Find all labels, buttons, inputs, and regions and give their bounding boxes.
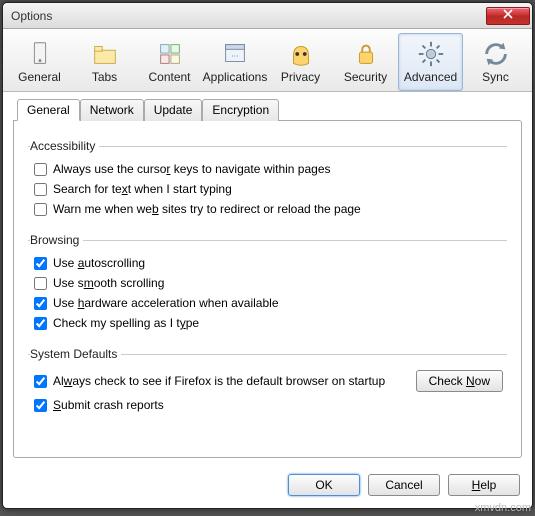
titlebar[interactable]: Options — [3, 3, 532, 29]
checkbox-browsing-2[interactable] — [34, 297, 47, 310]
option-label[interactable]: Always use the cursor keys to navigate w… — [53, 162, 331, 176]
content-icon — [155, 39, 185, 67]
help-rest: elp — [480, 478, 496, 492]
check-now-button[interactable]: Check Now — [416, 370, 503, 392]
checkbox-defaults-0[interactable] — [34, 375, 47, 388]
option-label[interactable]: Search for text when I start typing — [53, 182, 232, 196]
toolbar-item-sync[interactable]: Sync — [463, 33, 528, 91]
dialog-footer: OK Cancel Help — [3, 466, 532, 508]
applications-icon: ⋯ — [220, 39, 250, 67]
subtab-bar: GeneralNetworkUpdateEncryption — [17, 98, 522, 120]
cancel-button[interactable]: Cancel — [368, 474, 440, 496]
toolbar-item-general[interactable]: General — [7, 33, 72, 91]
group-system-defaults: System Defaults Always check to see if F… — [28, 347, 507, 415]
body-area: GeneralNetworkUpdateEncryption Accessibi… — [3, 92, 532, 466]
group-body: Always use the cursor keys to navigate w… — [30, 159, 505, 219]
subtab-network[interactable]: Network — [80, 99, 144, 121]
option-label[interactable]: Warn me when web sites try to redirect o… — [53, 202, 361, 216]
option-label[interactable]: Use autoscrolling — [53, 256, 145, 270]
option-row: Submit crash reports — [30, 395, 505, 415]
option-row: Use autoscrolling — [30, 253, 505, 273]
toolbar-label: General — [18, 70, 61, 84]
svg-text:⋯: ⋯ — [231, 51, 239, 60]
group-accessibility: Accessibility Always use the cursor keys… — [28, 139, 507, 219]
toolbar-label: Content — [148, 70, 190, 84]
toolbar-item-advanced[interactable]: Advanced — [398, 33, 463, 91]
toolbar-item-tabs[interactable]: Tabs — [72, 33, 137, 91]
sync-icon — [481, 39, 511, 67]
help-button[interactable]: Help — [448, 474, 520, 496]
category-toolbar: General Tabs Content ⋯ Applications Privacy Se… — [3, 29, 532, 92]
window-close-button[interactable] — [486, 7, 530, 25]
group-legend: Accessibility — [30, 139, 99, 153]
toolbar-label: Security — [344, 70, 387, 84]
toolbar-label: Privacy — [281, 70, 320, 84]
ok-button[interactable]: OK — [288, 474, 360, 496]
close-icon — [503, 9, 513, 19]
advanced-icon — [416, 39, 446, 67]
toolbar-label: Advanced — [404, 70, 457, 84]
option-row: Use hardware acceleration when available — [30, 293, 505, 313]
option-row: Always check to see if Firefox is the de… — [30, 367, 505, 395]
toolbar-label: Tabs — [92, 70, 117, 84]
tabs-icon — [90, 39, 120, 67]
subtab-update[interactable]: Update — [144, 99, 203, 121]
option-label[interactable]: Check my spelling as I type — [53, 316, 199, 330]
option-row: Search for text when I start typing — [30, 179, 505, 199]
group-legend: Browsing — [30, 233, 83, 247]
option-label[interactable]: Use hardware acceleration when available — [53, 296, 279, 310]
option-row: Warn me when web sites try to redirect o… — [30, 199, 505, 219]
checkbox-browsing-3[interactable] — [34, 317, 47, 330]
subtab-encryption[interactable]: Encryption — [202, 99, 279, 121]
option-row: Use smooth scrolling — [30, 273, 505, 293]
group-body: Use autoscrolling Use smooth scrolling Use… — [30, 253, 505, 333]
option-label[interactable]: Submit crash reports — [53, 398, 164, 412]
checkbox-accessibility-1[interactable] — [34, 183, 47, 196]
general-icon — [25, 39, 55, 67]
option-row: Always use the cursor keys to navigate w… — [30, 159, 505, 179]
group-browsing: Browsing Use autoscrolling Use smooth scr… — [28, 233, 507, 333]
checkbox-browsing-0[interactable] — [34, 257, 47, 270]
toolbar-item-security[interactable]: Security — [333, 33, 398, 91]
checkbox-browsing-1[interactable] — [34, 277, 47, 290]
toolbar-item-privacy[interactable]: Privacy — [268, 33, 333, 91]
option-label[interactable]: Use smooth scrolling — [53, 276, 164, 290]
checkbox-accessibility-0[interactable] — [34, 163, 47, 176]
tab-content: Accessibility Always use the cursor keys… — [13, 120, 522, 458]
option-row: Check my spelling as I type — [30, 313, 505, 333]
toolbar-item-applications[interactable]: ⋯ Applications — [202, 33, 268, 91]
privacy-icon — [286, 39, 316, 67]
option-label[interactable]: Always check to see if Firefox is the de… — [53, 374, 385, 388]
group-legend: System Defaults — [30, 347, 121, 361]
group-body: Always check to see if Firefox is the de… — [30, 367, 505, 415]
window-title: Options — [11, 9, 486, 23]
options-window: Options General Tabs Content ⋯ Applications P… — [2, 2, 533, 509]
security-icon — [351, 39, 381, 67]
toolbar-item-content[interactable]: Content — [137, 33, 202, 91]
toolbar-label: Sync — [482, 70, 509, 84]
subtab-general[interactable]: General — [17, 99, 80, 121]
checkbox-accessibility-2[interactable] — [34, 203, 47, 216]
checkbox-defaults-1[interactable] — [34, 399, 47, 412]
toolbar-label: Applications — [203, 70, 268, 84]
